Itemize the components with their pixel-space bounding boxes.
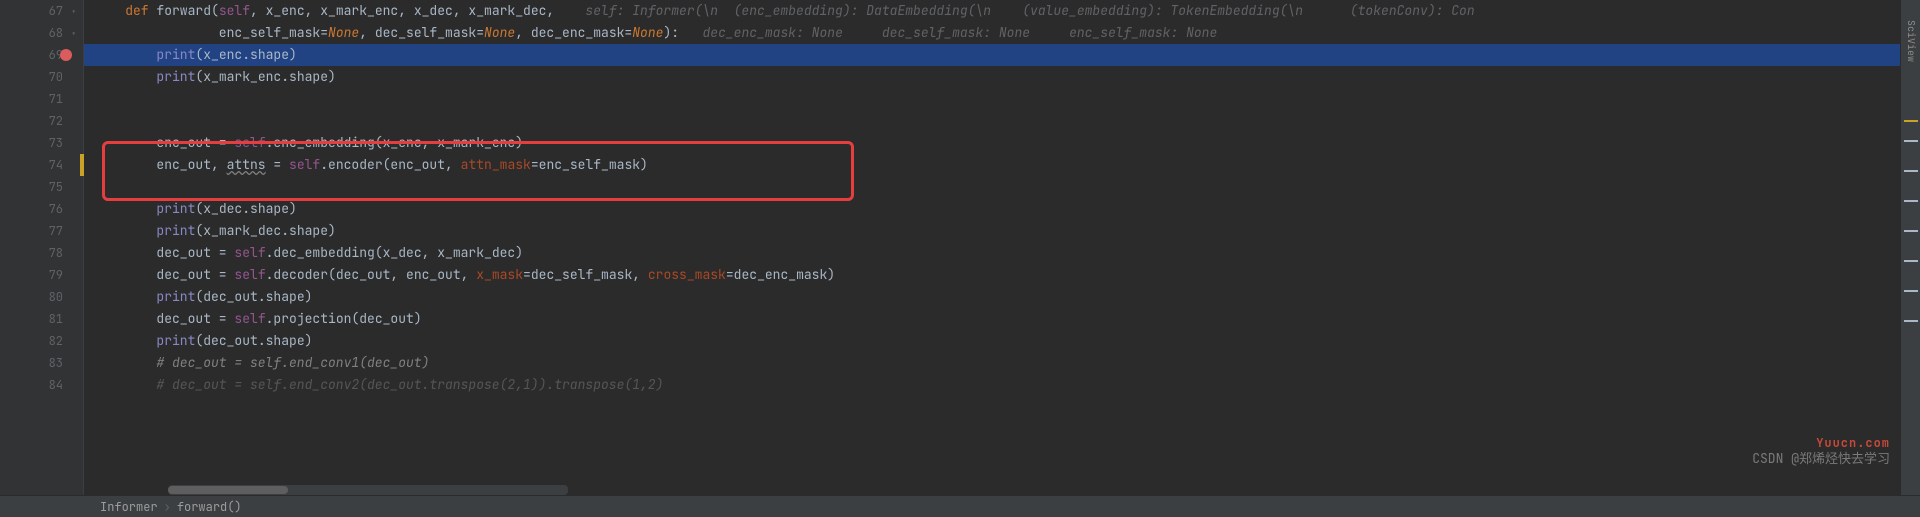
line-number: 68▾ <box>0 22 83 44</box>
breadcrumb-method[interactable]: forward() <box>177 499 242 515</box>
line-number: 80 <box>0 286 83 308</box>
code-line[interactable]: print(dec_out.shape) <box>84 330 1920 352</box>
line-number: 70 <box>0 66 83 88</box>
error-stripe-mark[interactable] <box>1904 230 1918 232</box>
inlay-hint: dec_enc_mask: None dec_self_mask: None e… <box>679 24 1217 41</box>
code-line[interactable] <box>84 110 1920 132</box>
fold-icon[interactable]: ▾ <box>71 28 81 38</box>
line-number: 71 <box>0 88 83 110</box>
editor-pane[interactable]: 67▾ 68▾ 69 70 71 72 73 74 75 76 77 78 79… <box>0 0 1920 495</box>
watermark-csdn: CSDN @郑烯烃快去学习 <box>1752 448 1890 467</box>
line-number: 73 <box>0 132 83 154</box>
line-number: 78 <box>0 242 83 264</box>
error-stripe-mark[interactable] <box>1904 120 1918 122</box>
line-number: 79 <box>0 264 83 286</box>
code-line[interactable]: # dec_out = self.end_conv1(dec_out) <box>84 352 1920 374</box>
sciview-tab[interactable]: SciView <box>1905 20 1918 62</box>
horizontal-scrollbar[interactable] <box>168 485 568 495</box>
code-line[interactable]: print(x_mark_enc.shape) <box>84 66 1920 88</box>
fold-icon[interactable]: ▾ <box>71 6 81 16</box>
line-number: 75 <box>0 176 83 198</box>
line-number: 77 <box>0 220 83 242</box>
code-line[interactable]: dec_out = self.decoder(dec_out, enc_out,… <box>84 264 1920 286</box>
line-number: 72 <box>0 110 83 132</box>
code-line[interactable]: print(x_mark_dec.shape) <box>84 220 1920 242</box>
right-tool-strip[interactable]: SciView <box>1900 0 1920 495</box>
inlay-hint: self: Informer(\n (enc_embedding): DataE… <box>554 2 1474 19</box>
code-line[interactable]: def forward(self, x_enc, x_mark_enc, x_d… <box>84 0 1920 22</box>
error-stripe-mark[interactable] <box>1904 320 1918 322</box>
line-number: 74 <box>0 154 83 176</box>
line-number: 81 <box>0 308 83 330</box>
breadcrumb-class[interactable]: Informer <box>100 499 158 515</box>
code-line[interactable]: # dec_out = self.end_conv2(dec_out.trans… <box>84 374 1920 396</box>
code-line[interactable]: print(x_dec.shape) <box>84 198 1920 220</box>
line-number: 84 <box>0 374 83 396</box>
breakpoint-icon[interactable] <box>60 49 72 61</box>
breadcrumb-bar[interactable]: Informer › forward() <box>0 495 1920 517</box>
code-line[interactable]: enc_out, attns = self.encoder(enc_out, a… <box>84 154 1920 176</box>
code-area[interactable]: def forward(self, x_enc, x_mark_enc, x_d… <box>84 0 1920 495</box>
code-line[interactable]: dec_out = self.projection(dec_out) <box>84 308 1920 330</box>
gutter: 67▾ 68▾ 69 70 71 72 73 74 75 76 77 78 79… <box>0 0 84 495</box>
code-line[interactable]: enc_out = self.enc_embedding(x_enc, x_ma… <box>84 132 1920 154</box>
line-number: 83 <box>0 352 83 374</box>
error-stripe-mark[interactable] <box>1904 290 1918 292</box>
line-number: 69 <box>0 44 83 66</box>
chevron-right-icon: › <box>164 499 171 515</box>
error-stripe-mark[interactable] <box>1904 170 1918 172</box>
line-number: 82 <box>0 330 83 352</box>
code-line[interactable]: enc_self_mask=None, dec_self_mask=None, … <box>84 22 1920 44</box>
code-line[interactable]: dec_out = self.dec_embedding(x_dec, x_ma… <box>84 242 1920 264</box>
code-line-current[interactable]: print(x_enc.shape) <box>84 44 1920 66</box>
line-number: 67▾ <box>0 0 83 22</box>
scrollbar-thumb[interactable] <box>168 486 288 494</box>
code-line[interactable] <box>84 88 1920 110</box>
error-stripe-mark[interactable] <box>1904 140 1918 142</box>
line-number: 76 <box>0 198 83 220</box>
code-line[interactable]: print(dec_out.shape) <box>84 286 1920 308</box>
error-stripe-mark[interactable] <box>1904 200 1918 202</box>
error-stripe-mark[interactable] <box>1904 260 1918 262</box>
code-line[interactable] <box>84 176 1920 198</box>
